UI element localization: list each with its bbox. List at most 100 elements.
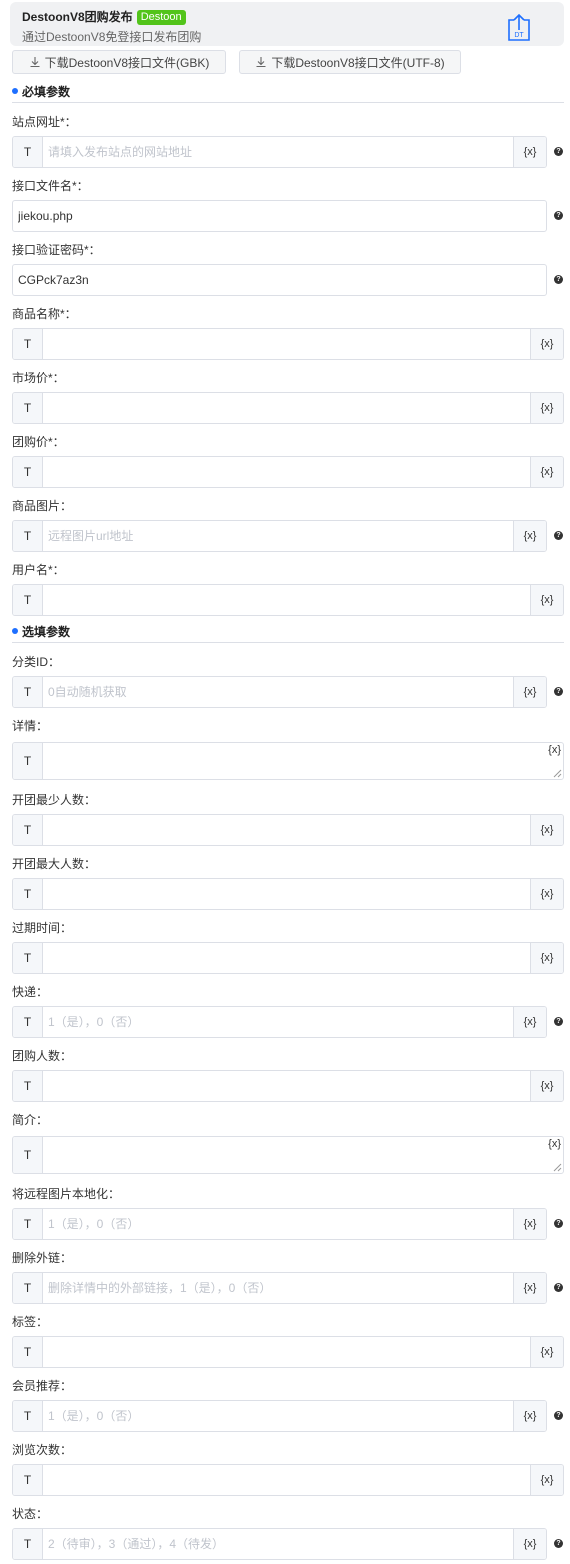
view-count-label: 浏览次数：	[12, 1443, 73, 1457]
api-file-input[interactable]	[13, 201, 546, 231]
category-id-field: T {x}	[12, 676, 547, 708]
member-recommend-input[interactable]	[43, 1401, 513, 1431]
insert-variable-button[interactable]: {x}	[513, 1273, 546, 1303]
text-type-icon: T	[13, 1209, 43, 1239]
download-gbk-label: 下载DestoonV8接口文件(GBK)	[44, 56, 210, 70]
text-type-icon: T	[13, 585, 43, 615]
group-price-input[interactable]	[43, 457, 531, 487]
insert-variable-button[interactable]: {x}	[530, 943, 563, 973]
intro-textarea[interactable]	[43, 1137, 543, 1173]
help-icon[interactable]: ?	[554, 1017, 563, 1026]
site-url-label: 站点网址*：	[12, 115, 77, 129]
details-field: T {x}	[12, 742, 564, 780]
resize-grip-icon[interactable]	[552, 1162, 562, 1172]
api-password-label: 接口验证密码*：	[12, 243, 101, 257]
localize-images-input[interactable]	[43, 1209, 513, 1239]
market-price-field: T {x}	[12, 392, 564, 424]
help-icon[interactable]: ?	[554, 1219, 563, 1228]
help-icon[interactable]: ?	[554, 275, 563, 284]
insert-variable-button[interactable]: {x}	[513, 521, 546, 551]
tags-label: 标签：	[12, 1315, 49, 1329]
max-people-input[interactable]	[43, 879, 531, 909]
plugin-title-text: DestoonV8团购发布	[22, 10, 133, 24]
username-input[interactable]	[43, 585, 531, 615]
api-file-field	[12, 200, 547, 232]
text-type-icon: T	[13, 1529, 43, 1559]
product-name-label: 商品名称*：	[12, 307, 77, 321]
upload-dt-icon[interactable]: DT	[506, 14, 532, 42]
express-field: T {x}	[12, 1006, 547, 1038]
site-url-input[interactable]	[43, 137, 513, 167]
text-type-icon: T	[13, 943, 43, 973]
insert-variable-button[interactable]: {x}	[530, 1071, 563, 1101]
text-type-icon: T	[13, 743, 43, 779]
insert-variable-button[interactable]: {x}	[513, 1007, 546, 1037]
product-image-label: 商品图片：	[12, 499, 73, 513]
help-icon[interactable]: ?	[554, 531, 563, 540]
status-label: 状态：	[12, 1507, 49, 1521]
member-recommend-label: 会员推荐：	[12, 1379, 73, 1393]
group-count-input[interactable]	[43, 1071, 531, 1101]
help-icon[interactable]: ?	[554, 147, 563, 156]
product-image-field: T {x}	[12, 520, 547, 552]
product-name-input[interactable]	[43, 329, 531, 359]
plugin-subtitle: 通过DestoonV8免登接口发布团购	[22, 30, 202, 44]
insert-variable-button[interactable]: {x}	[548, 1138, 561, 1150]
text-type-icon: T	[13, 521, 43, 551]
help-icon[interactable]: ?	[554, 1539, 563, 1548]
insert-variable-button[interactable]: {x}	[513, 1401, 546, 1431]
help-icon[interactable]: ?	[554, 1283, 563, 1292]
bullet-icon	[12, 88, 18, 94]
view-count-input[interactable]	[43, 1465, 531, 1495]
localize-images-label: 将远程图片本地化：	[12, 1187, 121, 1201]
insert-variable-button[interactable]: {x}	[530, 1465, 563, 1495]
market-price-label: 市场价*：	[12, 371, 65, 385]
insert-variable-button[interactable]: {x}	[530, 1337, 563, 1367]
insert-variable-button[interactable]: {x}	[530, 585, 563, 615]
resize-grip-icon[interactable]	[552, 768, 562, 778]
insert-variable-button[interactable]: {x}	[548, 744, 561, 756]
product-name-field: T {x}	[12, 328, 564, 360]
market-price-input[interactable]	[43, 393, 531, 423]
max-people-field: T {x}	[12, 878, 564, 910]
category-id-label: 分类ID：	[12, 655, 61, 669]
text-type-icon: T	[13, 137, 43, 167]
member-recommend-field: T {x}	[12, 1400, 547, 1432]
tags-input[interactable]	[43, 1337, 531, 1367]
download-utf8-button[interactable]: 下载DestoonV8接口文件(UTF-8)	[239, 50, 461, 74]
help-icon[interactable]: ?	[554, 1411, 563, 1420]
min-people-input[interactable]	[43, 815, 531, 845]
text-type-icon: T	[13, 677, 43, 707]
text-type-icon: T	[13, 329, 43, 359]
api-password-input[interactable]	[13, 265, 546, 295]
section-optional-title: 选填参数	[22, 625, 71, 639]
insert-variable-button[interactable]: {x}	[530, 329, 563, 359]
text-type-icon: T	[13, 1273, 43, 1303]
express-input[interactable]	[43, 1007, 513, 1037]
insert-variable-button[interactable]: {x}	[513, 1529, 546, 1559]
category-id-input[interactable]	[43, 677, 513, 707]
help-icon[interactable]: ?	[554, 211, 563, 220]
details-textarea[interactable]	[43, 743, 543, 779]
expire-time-label: 过期时间：	[12, 921, 73, 935]
status-input[interactable]	[43, 1529, 513, 1559]
insert-variable-button[interactable]: {x}	[530, 815, 563, 845]
remove-links-input[interactable]	[43, 1273, 513, 1303]
details-label: 详情：	[12, 719, 49, 733]
expire-time-input[interactable]	[43, 943, 531, 973]
help-icon[interactable]: ?	[554, 687, 563, 696]
username-field: T {x}	[12, 584, 564, 616]
tags-field: T {x}	[12, 1336, 564, 1368]
insert-variable-button[interactable]: {x}	[530, 457, 563, 487]
product-image-input[interactable]	[43, 521, 513, 551]
max-people-label: 开团最大人数：	[12, 857, 97, 871]
insert-variable-button[interactable]: {x}	[530, 393, 563, 423]
insert-variable-button[interactable]: {x}	[530, 879, 563, 909]
insert-variable-button[interactable]: {x}	[513, 677, 546, 707]
insert-variable-button[interactable]: {x}	[513, 1209, 546, 1239]
intro-field: T {x}	[12, 1136, 564, 1174]
download-icon	[30, 57, 40, 68]
text-type-icon: T	[13, 1137, 43, 1173]
insert-variable-button[interactable]: {x}	[513, 137, 546, 167]
download-gbk-button[interactable]: 下载DestoonV8接口文件(GBK)	[12, 50, 226, 74]
